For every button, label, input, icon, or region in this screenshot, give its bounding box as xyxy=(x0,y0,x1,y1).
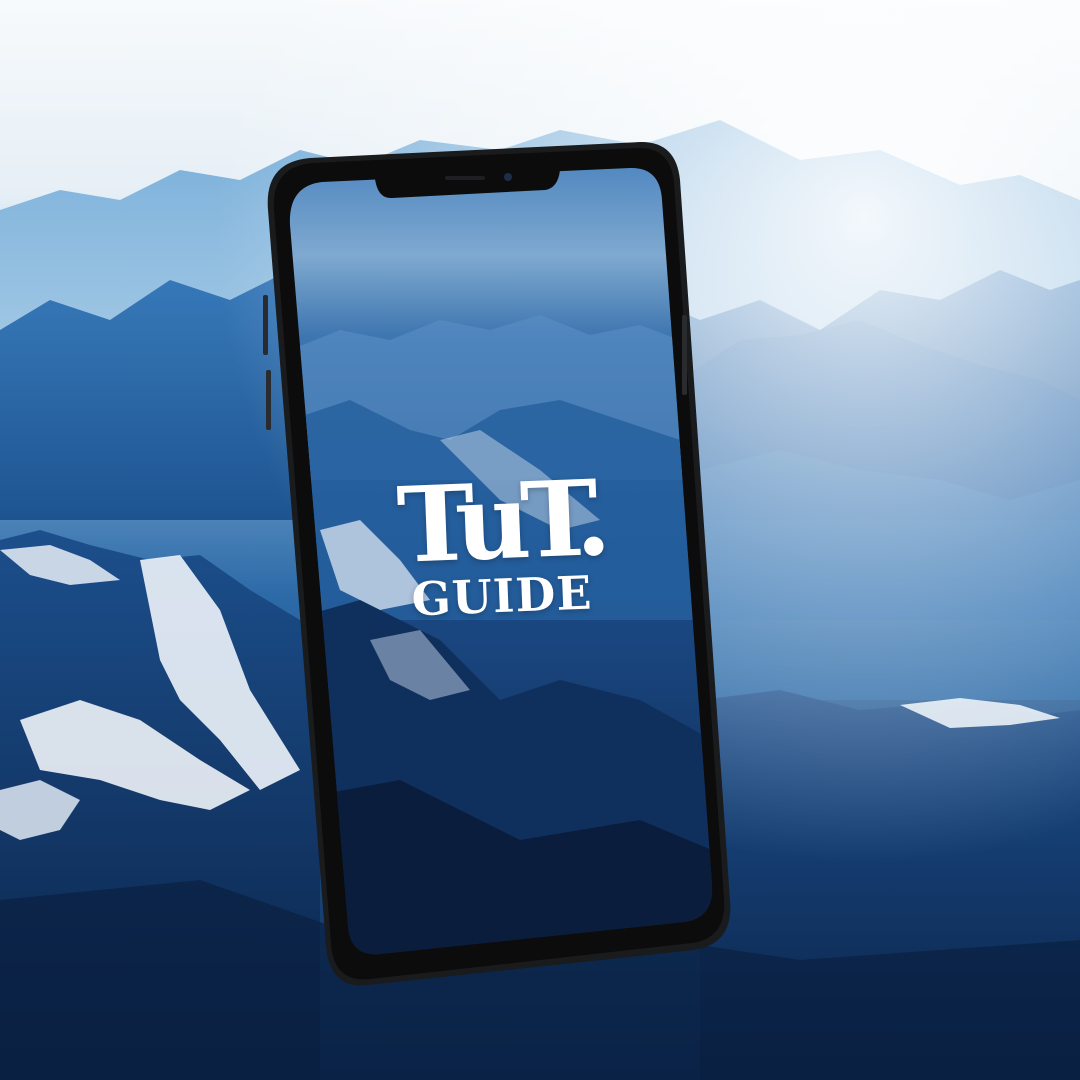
mountain-background-image xyxy=(0,0,1080,1080)
promo-scene: TuT. GUIDE xyxy=(0,0,1080,1080)
